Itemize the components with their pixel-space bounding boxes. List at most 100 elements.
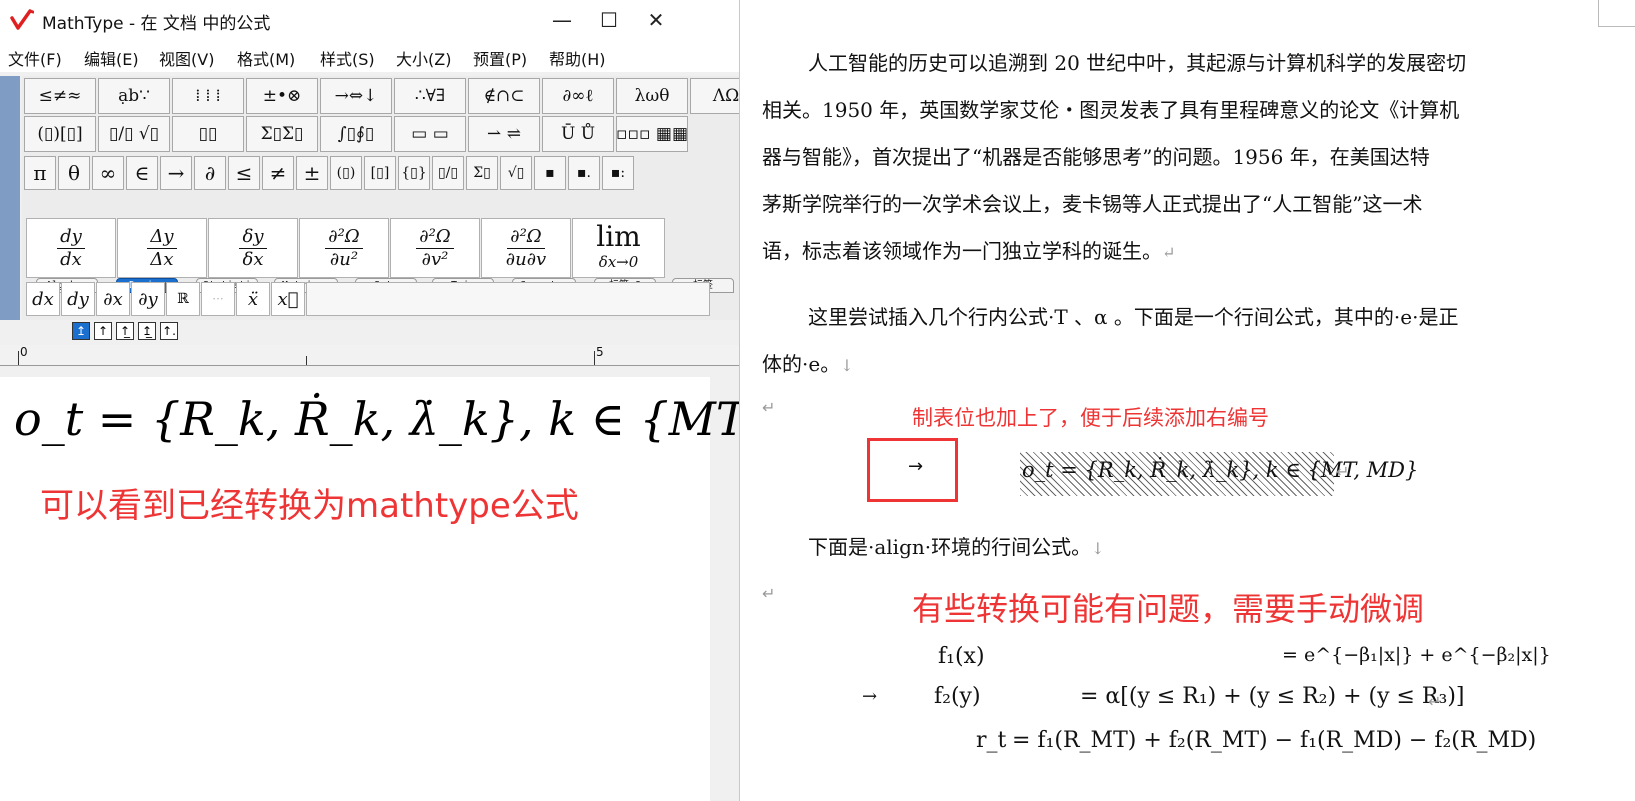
- template-partial-y[interactable]: ∂y: [131, 282, 165, 316]
- menu-bar: 文件(F) 编辑(E) 视图(V) 格式(M) 样式(S) 大小(Z) 预置(P…: [0, 40, 739, 72]
- template-partial-uu[interactable]: ∂²Ω ∂u²: [299, 218, 389, 278]
- maximize-button[interactable]: ☐: [584, 0, 634, 40]
- menu-preferences[interactable]: 预置(P): [473, 46, 527, 70]
- partial-button[interactable]: ∂: [194, 156, 226, 190]
- arrows-palette[interactable]: →⇔↓: [320, 78, 392, 114]
- tabstop-decimal-icon[interactable]: ↑.: [160, 322, 178, 340]
- template-limit[interactable]: lim δx→0: [572, 218, 665, 278]
- template-delta-y-delta-x[interactable]: Δy Δx: [117, 218, 207, 278]
- para1-line5-text: 语，标志着该领域作为一门独立学科的诞生。: [762, 239, 1162, 263]
- ruler[interactable]: 0 5: [0, 345, 739, 366]
- menu-edit[interactable]: 编辑(E): [84, 46, 139, 70]
- template-denominator: δx: [242, 248, 264, 270]
- align-tab-arrow-icon: →: [862, 686, 878, 707]
- para2-line1: 这里尝试插入几个行内公式·T 、α 。下面是一个行间公式，其中的·e·是正: [808, 305, 1459, 329]
- align-line3-rhs[interactable]: = f₁(R_MT) + f₂(R_MT) − f₁(R_MD) − f₂(R_…: [1012, 728, 1536, 753]
- ruler-tick: [18, 351, 19, 365]
- template-dy[interactable]: dy: [61, 282, 95, 316]
- right-arrow-button[interactable]: →: [160, 156, 192, 190]
- pi-button[interactable]: π: [24, 156, 56, 190]
- align-line1-lhs[interactable]: f₁(x): [938, 644, 985, 669]
- subsup-button[interactable]: ▪:: [602, 156, 634, 190]
- align-line2-lhs[interactable]: f₂(y): [934, 684, 981, 709]
- embellishments-palette[interactable]: ⁞ ⁞ ⁞: [172, 78, 244, 114]
- template-dy-dx[interactable]: dy dx: [26, 218, 116, 278]
- menu-size[interactable]: 大小(Z): [396, 46, 451, 70]
- brackets-button[interactable]: [▯]: [364, 156, 396, 190]
- parens-button[interactable]: (▯): [330, 156, 362, 190]
- template-partial-vv[interactable]: ∂²Ω ∂v²: [390, 218, 480, 278]
- template-double-dot[interactable]: ẍ: [236, 282, 270, 316]
- theta-button[interactable]: θ: [58, 156, 90, 190]
- align-intro-text: 下面是·align·环境的行间公式。: [808, 535, 1092, 559]
- paragraph-mark: ↵: [1336, 462, 1350, 481]
- bars-palette[interactable]: ▭ ▭: [394, 116, 466, 152]
- align-line2-rhs[interactable]: = α[(y ≤ R₁) + (y ≤ R₂) + (y ≤ R₃)]: [1080, 684, 1464, 709]
- fences-palette[interactable]: (▯)[▯]: [24, 116, 96, 152]
- leq-button[interactable]: ≤: [228, 156, 260, 190]
- annotation-issue: 有些转换可能有问题，需要手动微调: [912, 590, 1425, 628]
- infinity-button[interactable]: ∞: [92, 156, 124, 190]
- tabstop-relation-icon[interactable]: ↥̲: [138, 322, 156, 340]
- tabstop-right-icon[interactable]: ↑̲: [116, 322, 134, 340]
- superscript-button[interactable]: ▪: [534, 156, 566, 190]
- para2-line2: 体的·e。↓: [762, 341, 854, 389]
- toolbar-handle[interactable]: [0, 76, 20, 320]
- braces-button[interactable]: {▯}: [398, 156, 430, 190]
- products-palette[interactable]: Ū Ů: [542, 116, 614, 152]
- template-denominator: ∂v²: [421, 248, 449, 270]
- logical-palette[interactable]: ∴∀∃: [394, 78, 466, 114]
- editor-formula[interactable]: o_t = {R_k, Ṙ_k, λ̇_k}, k ∈ {MT, MD}: [14, 392, 739, 446]
- close-button[interactable]: ✕: [631, 0, 681, 40]
- template-numerator: ∂²Ω: [325, 226, 363, 249]
- greek-lower-palette[interactable]: λωθ: [616, 78, 688, 114]
- align-line1-rhs[interactable]: = e^{−β₁|x|} + e^{−β₂|x|}: [1282, 644, 1551, 666]
- labeled-arrows-palette[interactable]: ⇀ ⇌: [468, 116, 540, 152]
- template-dx[interactable]: dx: [26, 282, 60, 316]
- element-of-button[interactable]: ∈: [126, 156, 158, 190]
- plus-minus-button[interactable]: ±: [296, 156, 328, 190]
- mathtype-window: MathType - 在 文档 中的公式 — ☐ ✕ 文件(F) 编辑(E) 视…: [0, 0, 740, 801]
- tabstop-center-icon[interactable]: ↑: [94, 322, 112, 340]
- ruler-mark-5: 5: [596, 345, 604, 359]
- template-small-delta[interactable]: δy δx: [208, 218, 298, 278]
- spaces-palette[interactable]: ạb∵: [98, 78, 170, 114]
- matrices-palette[interactable]: ▫▫▫ ▦▦: [616, 116, 688, 152]
- sum-button[interactable]: Σ▯: [466, 156, 498, 190]
- set-theory-palette[interactable]: ∉∩⊂: [468, 78, 540, 114]
- paragraph-mark: ↵: [1162, 243, 1176, 262]
- para1-line1: 人工智能的历史可以追溯到 20 世纪中叶，其起源与计算机科学的发展密切: [808, 51, 1467, 75]
- sqrt-button[interactable]: √▯: [500, 156, 532, 190]
- sums-palette[interactable]: Σ▯Σ▯: [246, 116, 318, 152]
- align-line3-lhs[interactable]: r_t: [976, 728, 1006, 753]
- template-partial-uv[interactable]: ∂²Ω ∂u∂v: [481, 218, 571, 278]
- misc-symbols-palette[interactable]: ∂∞ℓ: [542, 78, 614, 114]
- template-real-numbers[interactable]: ℝ: [166, 282, 200, 316]
- relations-palette[interactable]: ≤≠≈: [24, 78, 96, 114]
- operators-palette[interactable]: ±•⊗: [246, 78, 318, 114]
- fraction-button[interactable]: ▯/▯: [432, 156, 464, 190]
- template-partial-x[interactable]: ∂x: [96, 282, 130, 316]
- menu-file[interactable]: 文件(F): [8, 46, 62, 70]
- minimize-button[interactable]: —: [537, 0, 587, 40]
- title-bar[interactable]: MathType - 在 文档 中的公式 — ☐ ✕: [0, 0, 739, 40]
- template-denominator: ∂u∂v: [505, 248, 547, 270]
- template-denominator: Δx: [150, 248, 174, 270]
- template-placeholder[interactable]: ···: [201, 282, 235, 316]
- menu-style[interactable]: 样式(S): [320, 46, 375, 70]
- fractions-palette[interactable]: ▯/▯ √▯: [98, 116, 170, 152]
- subscript-button[interactable]: ▪.: [568, 156, 600, 190]
- menu-view[interactable]: 视图(V): [159, 46, 214, 70]
- paragraph-mark: ↵: [1428, 692, 1442, 711]
- template-triple-dot[interactable]: x⃛: [271, 282, 305, 316]
- greek-upper-palette[interactable]: ΛΩ: [690, 78, 739, 114]
- template-numerator: dy: [57, 226, 85, 249]
- neq-button[interactable]: ≠: [262, 156, 294, 190]
- scripts-palette[interactable]: ▯▯: [172, 116, 244, 152]
- menu-format[interactable]: 格式(M): [237, 46, 295, 70]
- tabstop-left-icon[interactable]: ↥: [72, 322, 90, 340]
- template-denominator: ∂u²: [329, 248, 359, 270]
- integrals-palette[interactable]: ∫▯∮▯: [320, 116, 392, 152]
- display-equation[interactable]: o_t = {R_k, Ṙ_k, λ̇_k}, k ∈ {MT, MD}: [1022, 458, 1418, 482]
- menu-help[interactable]: 帮助(H): [549, 46, 606, 70]
